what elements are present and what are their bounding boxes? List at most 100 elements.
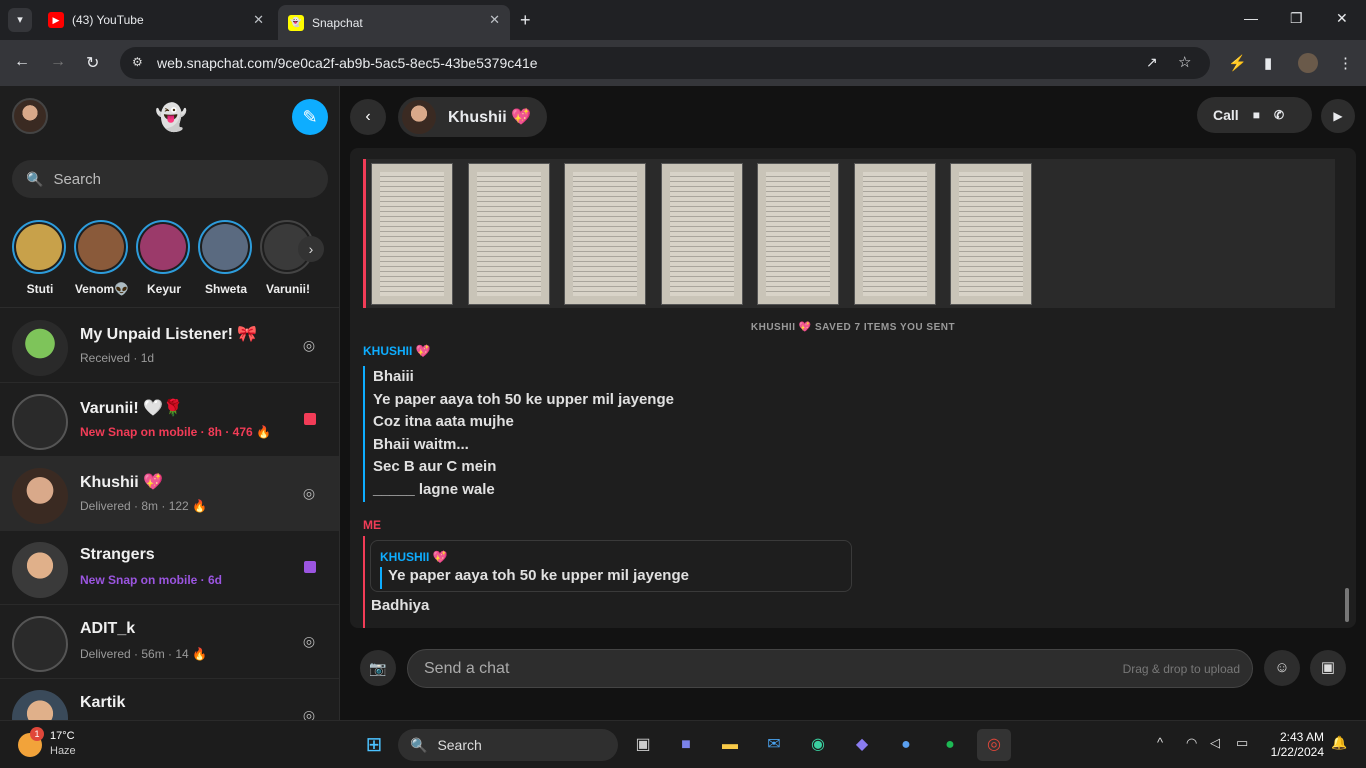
media-thumbnail[interactable] [468, 163, 550, 305]
search-input[interactable]: 🔍 Search [12, 160, 328, 198]
volume-icon[interactable]: ◁ [1210, 735, 1220, 751]
chrome-icon[interactable]: ◎ [977, 729, 1011, 761]
chat-header-contact[interactable]: Khushii 💖 [398, 97, 548, 137]
media-thumbnail[interactable] [661, 163, 743, 305]
wifi-icon[interactable]: ◠ [1186, 735, 1197, 751]
story-item[interactable]: Venom👽 [74, 220, 130, 296]
chat-list-item[interactable]: Kartik ◎ [0, 679, 339, 720]
message-text[interactable]: Ye paper aaya toh 50 ke upper mil jayeng… [373, 389, 674, 412]
new-snap-indicator[interactable] [304, 561, 316, 573]
close-tab-icon[interactable]: ✕ [253, 12, 264, 28]
snapchat-ghost-icon[interactable]: 👻 [155, 102, 187, 134]
story-item[interactable]: Shweta [198, 220, 254, 296]
forward-arrow-icon[interactable]: → [50, 53, 66, 71]
my-avatar[interactable] [12, 98, 48, 134]
camera-icon[interactable]: ◎ [300, 485, 318, 503]
back-button[interactable]: ‹ [350, 99, 386, 135]
chat-input[interactable]: Send a chat Drag & drop to upload [407, 649, 1253, 688]
sticker-icon[interactable]: ▣ [1310, 650, 1346, 686]
profile-avatar[interactable] [1298, 53, 1318, 73]
chat-list-item[interactable]: Khushii 💖 Delivered · 8m · 122 🔥 ◎ [0, 457, 339, 531]
tab-snapchat[interactable]: 👻 Snapchat ✕ [278, 5, 510, 40]
message-text[interactable]: Bhaiii [373, 366, 674, 389]
chat-list-item[interactable]: My Unpaid Listener! 🎀 Received · 1d ◎ [0, 309, 339, 383]
file-explorer-icon[interactable]: ▬ [713, 729, 747, 761]
edge-icon[interactable]: ◉ [801, 729, 835, 761]
taskbar-search[interactable]: 🔍 Search [398, 729, 618, 761]
new-snap-indicator[interactable] [304, 413, 316, 425]
tab-youtube[interactable]: ▶ (43) YouTube ✕ [38, 5, 274, 35]
call-button[interactable]: Call ■ ✆ [1197, 97, 1312, 133]
battery-icon[interactable]: ▭ [1236, 735, 1248, 751]
play-icon[interactable]: ▶ [1321, 99, 1355, 133]
sidebar: 👻 ✎ 🔍 Search Stuti Venom👽 Keyur Shweta V… [0, 86, 340, 720]
media-thumbnail[interactable] [757, 163, 839, 305]
phone-icon[interactable]: ✆ [1274, 108, 1284, 122]
weather-widget[interactable]: 17°C Haze [50, 729, 76, 759]
camera-icon[interactable]: ◎ [300, 707, 318, 720]
media-thumbnail[interactable] [371, 163, 453, 305]
mail-icon[interactable]: ✉ [757, 729, 791, 761]
media-thumbnail[interactable] [564, 163, 646, 305]
message-text[interactable]: Coz itna aata mujhe [373, 411, 674, 434]
chat-list-item[interactable]: Varunii! 🤍🌹 New Snap on mobile · 8h · 47… [0, 383, 339, 457]
emoji-icon[interactable]: ☺ [1264, 650, 1300, 686]
story-ring [198, 220, 252, 274]
snapchat-app: 👻 ✎ 🔍 Search Stuti Venom👽 Keyur Shweta V… [0, 86, 1366, 720]
video-call-icon[interactable]: ■ [1253, 108, 1260, 122]
teams-icon[interactable]: ■ [669, 729, 703, 761]
url-text[interactable]: web.snapchat.com/9ce0ca2f-ab9b-5ac5-8ec5… [157, 55, 538, 71]
saved-media-strip [363, 159, 1335, 308]
chevron-up-icon[interactable]: ^ [1157, 735, 1163, 750]
story-name: Shweta [204, 282, 247, 296]
minimize-icon[interactable]: — [1244, 10, 1258, 26]
weather-condition: Haze [50, 745, 76, 757]
site-info-icon[interactable]: ⚙ [132, 55, 143, 69]
story-item[interactable]: Keyur [136, 220, 192, 296]
close-tab-icon[interactable]: ✕ [489, 12, 500, 28]
close-window-icon[interactable]: ✕ [1336, 10, 1348, 27]
quoted-reply[interactable]: KHUSHII 💖 Ye paper aaya toh 50 ke upper … [370, 540, 852, 592]
bookmark-star-icon[interactable]: ☆ [1178, 53, 1191, 71]
chat-avatar [12, 320, 68, 376]
webex-icon[interactable]: ● [889, 729, 923, 761]
message-text[interactable]: _____ lagne wale [373, 479, 674, 502]
new-chat-button[interactable]: ✎ [292, 99, 328, 135]
message-text[interactable]: Sec B aur C mein [373, 456, 674, 479]
restore-icon[interactable]: ❐ [1290, 10, 1303, 27]
quote-sender: KHUSHII 💖 [380, 550, 448, 564]
story-item[interactable]: Stuti [12, 220, 68, 296]
windows-start-icon[interactable]: ⊞ [357, 729, 391, 761]
paper-image [380, 172, 444, 296]
media-thumbnail[interactable] [950, 163, 1032, 305]
menu-kebab-icon[interactable]: ⋮ [1338, 54, 1353, 72]
message-text[interactable]: Bhaii waitm... [373, 434, 674, 457]
camera-icon[interactable]: ◎ [300, 633, 318, 651]
stories-row: Stuti Venom👽 Keyur Shweta Varunii! › [0, 208, 339, 308]
scrollbar[interactable] [1345, 588, 1349, 622]
chat-list-item[interactable]: Strangers New Snap on mobile · 6d [0, 531, 339, 605]
address-bar[interactable]: ⚙ web.snapchat.com/9ce0ca2f-ab9b-5ac5-8e… [120, 47, 1210, 79]
camera-button[interactable]: 📷 [360, 650, 396, 686]
chevron-right-icon[interactable]: › [298, 236, 324, 262]
clock[interactable]: 2:43 AM 1/22/2024 [1260, 730, 1324, 760]
reload-icon[interactable]: ↻ [86, 53, 99, 73]
back-arrow-icon[interactable]: ← [14, 53, 30, 71]
message-text[interactable]: Badhiya [371, 597, 429, 614]
chat-list-item[interactable]: ADIT_k Delivered · 56m · 14 🔥 ◎ [0, 605, 339, 679]
open-in-app-icon[interactable]: ↗ [1146, 54, 1158, 71]
camera-icon[interactable]: ◎ [300, 337, 318, 355]
chat-name: Kartik [80, 694, 126, 711]
media-thumbnail[interactable] [854, 163, 936, 305]
message-sender: ME [363, 518, 381, 532]
search-placeholder: Search [53, 170, 101, 188]
copilot-icon[interactable]: ◆ [845, 729, 879, 761]
new-tab-button[interactable]: + [520, 10, 531, 31]
notification-bell-icon[interactable]: 🔔 [1331, 735, 1347, 751]
tab-title: (43) YouTube [72, 13, 144, 27]
spotify-icon[interactable]: ● [933, 729, 967, 761]
side-panel-icon[interactable]: ▮ [1264, 54, 1272, 72]
task-view-icon[interactable]: ▣ [626, 729, 660, 761]
extension-icon[interactable]: ⚡ [1228, 54, 1247, 72]
tab-search-button[interactable]: ▾ [8, 8, 32, 32]
